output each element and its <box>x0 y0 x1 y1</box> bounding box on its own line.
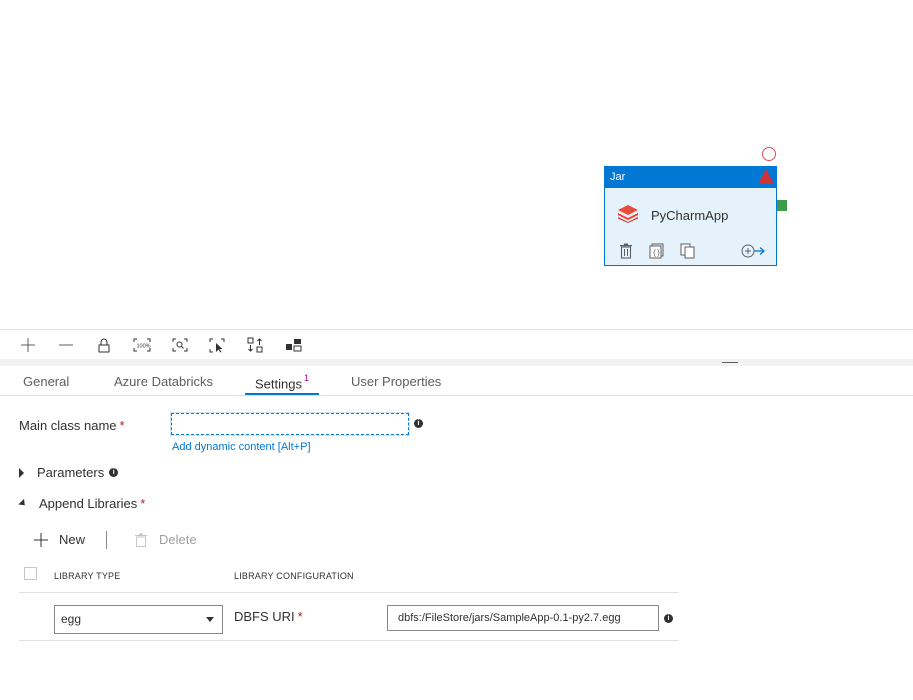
chevron-right-icon <box>19 467 24 478</box>
tab-user-properties[interactable]: User Properties <box>351 374 441 389</box>
column-header-library-type: LIBRARY TYPE <box>54 571 121 581</box>
databricks-icon <box>617 203 639 228</box>
new-library-button[interactable]: New <box>34 532 85 547</box>
dbfs-uri-label: DBFS URI * <box>234 609 303 624</box>
zoom-to-fit-icon[interactable] <box>170 336 190 354</box>
zoom-100-icon[interactable]: 100% <box>132 336 152 354</box>
svg-text:100%: 100% <box>137 344 151 350</box>
node-type-label: Jar <box>610 171 626 183</box>
delete-library-button[interactable]: Delete <box>135 532 197 547</box>
add-output-icon[interactable] <box>741 243 767 259</box>
library-type-select[interactable]: egg <box>54 605 223 634</box>
delete-label: Delete <box>159 532 197 547</box>
add-dynamic-content-link[interactable]: Add dynamic content [Alt+P] <box>172 441 311 453</box>
tab-settings[interactable]: Settings 1 <box>245 373 319 396</box>
new-label: New <box>59 532 86 547</box>
delete-icon[interactable] <box>619 243 635 259</box>
layout-icon[interactable] <box>284 336 304 354</box>
add-icon <box>34 532 48 547</box>
dbfs-uri-label-text: DBFS URI <box>234 609 295 624</box>
select-all-checkbox[interactable] <box>24 567 37 580</box>
panel-splitter-handle[interactable] <box>722 362 738 363</box>
node-name: PyCharmApp <box>651 208 729 223</box>
select-icon[interactable] <box>207 336 227 354</box>
info-icon: i <box>664 614 673 623</box>
copy-icon[interactable] <box>680 243 696 259</box>
node-header: Jar <box>605 167 776 188</box>
library-type-value: egg <box>61 612 82 626</box>
required-mark: * <box>140 496 146 511</box>
required-mark: * <box>297 609 303 624</box>
row-divider <box>19 640 679 641</box>
tab-azure-databricks[interactable]: Azure Databricks <box>114 374 213 389</box>
main-class-label: Main class name * <box>19 418 125 433</box>
main-class-input[interactable] <box>170 412 410 436</box>
main-class-label-text: Main class name <box>19 418 117 433</box>
svg-text:{}: {} <box>652 250 660 258</box>
append-libraries-section[interactable]: Append Libraries * <box>18 496 146 511</box>
zoom-in-icon[interactable] <box>18 336 38 354</box>
properties-tabs: General Azure Databricks Settings 1 User … <box>0 366 913 396</box>
parameters-label: Parameters <box>37 465 105 480</box>
info-icon: i <box>109 468 119 477</box>
append-libraries-label: Append Libraries <box>39 496 138 511</box>
lock-icon[interactable] <box>94 336 114 354</box>
node-status-circle <box>762 147 776 161</box>
dbfs-uri-input[interactable] <box>387 605 659 631</box>
auto-align-icon[interactable] <box>245 336 265 354</box>
code-icon[interactable]: {} <box>649 243 665 259</box>
required-mark: * <box>119 418 125 433</box>
tab-settings-label: Settings <box>255 376 302 392</box>
parameters-section[interactable]: Parameters i <box>19 465 119 480</box>
warning-icon <box>758 169 774 184</box>
canvas-toolbar: 100% <box>0 329 913 359</box>
panel-divider <box>0 359 913 366</box>
header-divider <box>19 592 679 593</box>
tab-general[interactable]: General <box>23 374 69 389</box>
success-output-handle[interactable] <box>777 200 787 211</box>
tab-settings-badge: 1 <box>303 373 309 383</box>
delete-icon <box>135 533 147 547</box>
zoom-out-icon[interactable] <box>56 336 76 354</box>
command-separator <box>106 531 107 549</box>
info-icon: i <box>414 419 423 428</box>
activity-node[interactable]: Jar PyCharmApp {} <box>604 166 777 266</box>
dropdown-arrow-icon <box>206 617 214 622</box>
column-header-library-configuration: LIBRARY CONFIGURATION <box>234 571 354 581</box>
chevron-down-icon <box>18 498 28 509</box>
pipeline-canvas[interactable]: Jar PyCharmApp {} <box>0 0 913 329</box>
